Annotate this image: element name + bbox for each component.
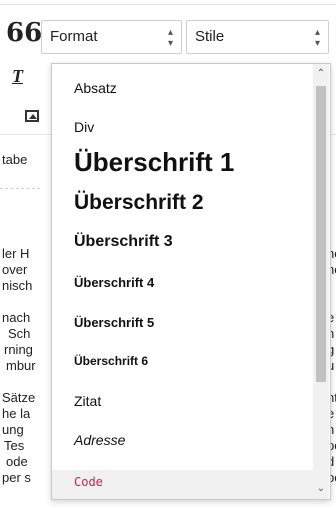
- content-fragment: ler H: [2, 246, 30, 261]
- menu-item-heading-1[interactable]: Überschrift 1: [74, 147, 234, 178]
- content-fragment: Tes: [4, 438, 25, 453]
- content-fragment: mbur: [6, 358, 36, 373]
- content-fragment: rning: [4, 342, 33, 357]
- content-fragment: nisch: [2, 278, 33, 293]
- content-fragment: Sch: [8, 326, 31, 341]
- select-arrows-icon: ▴ ▾: [314, 27, 320, 49]
- content-fragment: ode: [6, 454, 28, 469]
- content-fragment: nach: [2, 310, 31, 325]
- image-icon[interactable]: [25, 110, 39, 122]
- menu-item-heading-2[interactable]: Überschrift 2: [74, 191, 204, 215]
- blockquote-icon[interactable]: 66: [6, 20, 42, 46]
- scroll-down-icon[interactable]: ⌄: [316, 482, 326, 496]
- scrollbar-thumb[interactable]: [316, 86, 326, 382]
- menu-item-heading-5[interactable]: Überschrift 5: [74, 315, 154, 330]
- content-fragment: over: [2, 262, 28, 277]
- toolbar-divider: [0, 4, 336, 5]
- menu-item-code[interactable]: Code: [74, 475, 103, 489]
- menu-item-zitat[interactable]: Zitat: [74, 393, 101, 409]
- menu-item-heading-4[interactable]: Überschrift 4: [74, 275, 154, 290]
- text-format-icon[interactable]: T: [12, 66, 23, 87]
- dashed-divider: [0, 188, 40, 189]
- content-fragment: ung: [2, 422, 24, 437]
- content-fragment: he la: [2, 406, 31, 421]
- menu-item-adresse[interactable]: Adresse: [74, 432, 125, 448]
- content-fragment: Sätze: [2, 390, 36, 405]
- content-fragment: per s: [2, 470, 31, 485]
- format-dropdown-menu: Absatz Div Überschrift 1 Überschrift 2 Ü…: [51, 63, 331, 500]
- menu-item-absatz[interactable]: Absatz: [74, 80, 117, 96]
- format-dropdown-label: Format: [50, 28, 98, 45]
- select-arrows-icon: ▴ ▾: [167, 27, 173, 49]
- menu-item-div[interactable]: Div: [74, 119, 94, 135]
- stile-dropdown[interactable]: Stile ▴ ▾: [186, 20, 329, 54]
- menu-item-heading-6[interactable]: Überschrift 6: [74, 354, 148, 368]
- format-dropdown[interactable]: Format ▴ ▾: [41, 20, 182, 54]
- content-fragment: tabe: [2, 152, 28, 167]
- stile-dropdown-label: Stile: [195, 28, 225, 45]
- menu-item-heading-3[interactable]: Überschrift 3: [74, 233, 173, 251]
- scroll-up-icon[interactable]: ⌃: [316, 67, 326, 81]
